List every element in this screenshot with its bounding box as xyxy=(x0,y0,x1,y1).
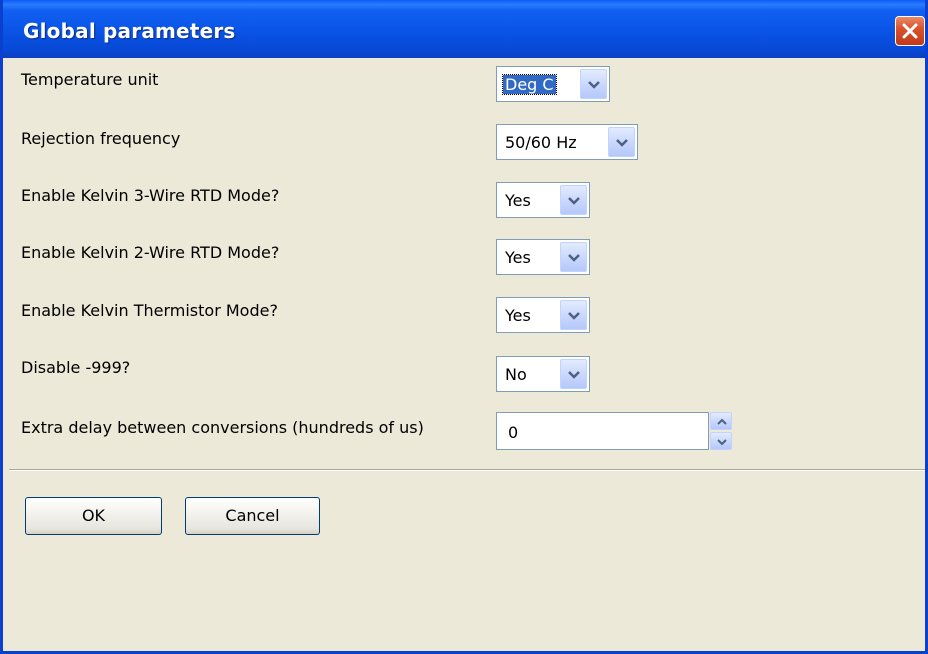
kelvin-3wire-value: Yes xyxy=(505,191,531,210)
temperature-unit-value: Deg C xyxy=(502,74,557,95)
kelvin-3wire-label: Enable Kelvin 3-Wire RTD Mode? xyxy=(21,186,280,205)
chevron-down-icon xyxy=(616,139,628,147)
spin-up-button[interactable] xyxy=(710,412,732,430)
dropdown-button[interactable] xyxy=(560,185,587,215)
spin-down-button[interactable] xyxy=(710,432,732,450)
kelvin-thermistor-value: Yes xyxy=(505,306,531,325)
extra-delay-input[interactable]: 0 xyxy=(496,412,709,450)
rejection-frequency-value: 50/60 Hz xyxy=(505,133,577,152)
rejection-frequency-select[interactable]: 50/60 Hz xyxy=(496,124,638,160)
kelvin-thermistor-label: Enable Kelvin Thermistor Mode? xyxy=(21,301,278,320)
dropdown-button[interactable] xyxy=(608,127,635,157)
dropdown-button[interactable] xyxy=(560,300,587,330)
close-button[interactable] xyxy=(895,16,925,46)
arrow-up-icon xyxy=(717,418,727,425)
ok-button[interactable]: OK xyxy=(25,497,162,535)
chevron-down-icon xyxy=(568,371,580,379)
temperature-unit-label: Temperature unit xyxy=(21,70,159,89)
window-title: Global parameters xyxy=(23,19,236,43)
title-bar[interactable]: Global parameters xyxy=(3,0,925,58)
kelvin-2wire-label: Enable Kelvin 2-Wire RTD Mode? xyxy=(21,243,280,262)
chevron-down-icon xyxy=(568,312,580,320)
chevron-down-icon xyxy=(588,81,600,89)
cancel-button[interactable]: Cancel xyxy=(185,497,320,535)
dropdown-button[interactable] xyxy=(580,69,607,99)
rejection-frequency-label: Rejection frequency xyxy=(21,129,181,148)
chevron-down-icon xyxy=(568,254,580,262)
chevron-down-icon xyxy=(568,197,580,205)
close-icon xyxy=(902,23,918,39)
dropdown-button[interactable] xyxy=(560,242,587,272)
disable-999-label: Disable -999? xyxy=(21,358,131,377)
kelvin-3wire-select[interactable]: Yes xyxy=(496,182,590,218)
extra-delay-value: 0 xyxy=(508,423,519,442)
disable-999-select[interactable]: No xyxy=(496,356,590,392)
dialog-window: Global parameters Temperature unit Deg C… xyxy=(0,0,928,654)
kelvin-2wire-value: Yes xyxy=(505,248,531,267)
arrow-down-icon xyxy=(717,439,727,446)
kelvin-2wire-select[interactable]: Yes xyxy=(496,239,590,275)
dropdown-button[interactable] xyxy=(560,359,587,389)
disable-999-value: No xyxy=(505,365,527,384)
kelvin-thermistor-select[interactable]: Yes xyxy=(496,297,590,333)
separator xyxy=(9,469,925,471)
extra-delay-label: Extra delay between conversions (hundred… xyxy=(21,418,424,437)
temperature-unit-select[interactable]: Deg C xyxy=(496,66,610,102)
extra-delay-spinner[interactable] xyxy=(710,412,732,450)
